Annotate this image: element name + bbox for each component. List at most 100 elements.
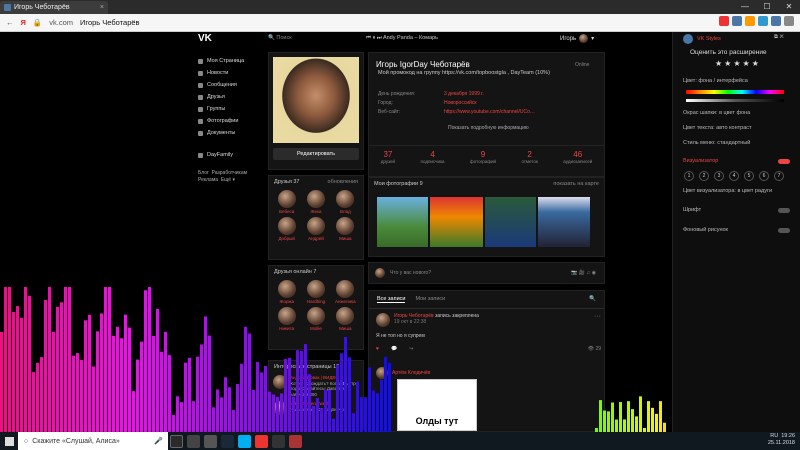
text-color-option[interactable]: Цвет текста: авто контраст: [683, 125, 752, 131]
nav-news[interactable]: Новости: [198, 67, 262, 79]
extension-icon[interactable]: [745, 16, 755, 26]
rating-stars[interactable]: ★★★★★: [715, 59, 761, 68]
visualizer-toggle[interactable]: [778, 159, 790, 164]
post-author[interactable]: Артём Клодичёв: [392, 370, 430, 376]
photo-thumbnail[interactable]: [430, 197, 483, 247]
task-view-icon[interactable]: [170, 434, 183, 448]
menu-icon[interactable]: [784, 16, 794, 26]
extension-icon[interactable]: [732, 16, 742, 26]
audio-player[interactable]: ⏮ ⏸ ⏭ Andy Panda – Комарь: [366, 35, 438, 42]
extension-icon[interactable]: [719, 16, 729, 26]
yandex-browser-icon[interactable]: [255, 434, 268, 448]
search-icon[interactable]: 🔍: [589, 296, 596, 303]
counter-tags[interactable]: 2 отметок: [521, 150, 537, 164]
visualizer-style-1[interactable]: 1: [684, 171, 694, 181]
edit-profile-button[interactable]: Редактировать: [273, 148, 359, 160]
info-value[interactable]: 3 декабря 1999 г.: [444, 90, 484, 99]
nav-my-page[interactable]: Моя Страница: [198, 55, 262, 67]
cortana-search[interactable]: ○ Скажите «Слушай, Алиса» 🎤: [18, 432, 168, 450]
nav-dayfamily[interactable]: DayFamily: [198, 149, 262, 161]
footer-links[interactable]: Блог Разработчикам Реклама Ещё ▾: [198, 170, 262, 184]
attach-icons[interactable]: 📷 🎥 ♫ ◉: [571, 270, 596, 276]
visualizer-style-4[interactable]: 4: [729, 171, 739, 181]
photo-thumbnail[interactable]: [538, 197, 590, 247]
friend-item[interactable]: Миша: [332, 217, 359, 241]
app-icon[interactable]: [187, 434, 200, 448]
visualizer-bar: [68, 287, 71, 432]
font-toggle[interactable]: [778, 208, 790, 213]
counter-audios[interactable]: 46 аудиозаписей: [563, 150, 592, 164]
friend-item[interactable]: Жека: [302, 190, 329, 214]
maximize-button[interactable]: ☐: [756, 0, 778, 14]
tab-my-posts[interactable]: Мои записи: [415, 296, 445, 303]
friends-title[interactable]: Друзья 37: [274, 179, 299, 185]
url-text[interactable]: vk.com: [49, 18, 73, 27]
info-value[interactable]: https://www.youtube.com/channel/UCo…: [444, 108, 535, 117]
friends-updates-link[interactable]: обновления: [328, 179, 358, 185]
visualizer-style-7[interactable]: 7: [774, 171, 784, 181]
address-bar[interactable]: ← Я 🔒 vk.com Игорь Чеботарёв: [0, 14, 800, 32]
photo-thumbnail[interactable]: [377, 197, 428, 247]
menu-style-option[interactable]: Стиль меню: стандартный: [683, 140, 750, 146]
vk-extension-icon[interactable]: [771, 16, 781, 26]
close-window-button[interactable]: ✕: [778, 0, 800, 14]
language-indicator[interactable]: RU: [770, 433, 778, 439]
share-icon[interactable]: ↪: [409, 346, 413, 352]
back-icon[interactable]: ←: [6, 18, 14, 27]
hue-slider[interactable]: [686, 90, 784, 94]
visualizer-style-3[interactable]: 3: [714, 171, 724, 181]
online-title[interactable]: Друзья онлайн 7: [274, 269, 316, 275]
nav-friends[interactable]: Друзья: [198, 91, 262, 103]
visualizer-style-2[interactable]: 2: [699, 171, 709, 181]
info-value[interactable]: Новороссийск: [444, 99, 477, 108]
friend-item[interactable]: Добрый: [273, 217, 300, 241]
minimize-button[interactable]: —: [734, 0, 756, 14]
nav-messages[interactable]: Сообщения: [198, 79, 262, 91]
start-button[interactable]: [0, 432, 18, 450]
copy-icon[interactable]: ⧉ ✕: [774, 34, 784, 41]
counter-followers[interactable]: 4 подписчика: [421, 150, 445, 164]
nav-photos[interactable]: Фотографии: [198, 115, 262, 127]
show-more-link[interactable]: Показать подробную информацию: [448, 125, 529, 131]
post-text: Я не топ но я супрем: [376, 333, 425, 339]
friend-item[interactable]: Андрей: [302, 217, 329, 241]
browser-tab[interactable]: Игорь Чеботарёв ×: [0, 1, 108, 14]
vk-logo[interactable]: VK: [198, 33, 212, 44]
post-time[interactable]: 19 окт в 22:38: [394, 319, 479, 325]
friend-item[interactable]: Бебеса: [273, 190, 300, 214]
profile-photo[interactable]: [273, 57, 359, 143]
visualizer-style-5[interactable]: 5: [744, 171, 754, 181]
extension-icon[interactable]: [758, 16, 768, 26]
counter-friends[interactable]: 37 друзей: [381, 150, 395, 164]
photo-thumbnail[interactable]: [485, 197, 536, 247]
skype-icon[interactable]: [238, 434, 251, 448]
visualizer-bar: [228, 387, 231, 432]
visualizer-bar: [176, 396, 179, 432]
steam-icon[interactable]: [221, 434, 234, 448]
new-post-input[interactable]: Что у вас нового? 📷 🎥 ♫ ◉: [368, 262, 605, 284]
microphone-icon[interactable]: 🎤: [154, 437, 163, 445]
friend-item[interactable]: Влад: [332, 190, 359, 214]
visualizer-style-6[interactable]: 6: [759, 171, 769, 181]
browser-logo-icon[interactable]: Я: [21, 18, 26, 27]
brightness-slider[interactable]: [686, 99, 784, 102]
visualizer-bar: [232, 409, 235, 432]
profile-status[interactable]: Мой промокод на группу https://vk.com/to…: [378, 70, 550, 76]
search-input[interactable]: 🔍 Поиск: [268, 35, 343, 44]
app-icon[interactable]: [272, 434, 285, 448]
counter-photos[interactable]: 9 фотографий: [470, 150, 496, 164]
system-tray[interactable]: RU 19:26 25.11.2018: [768, 433, 795, 447]
more-icon[interactable]: ···: [594, 313, 601, 327]
map-link[interactable]: показать на карте: [553, 181, 599, 187]
app-icon[interactable]: [289, 434, 302, 448]
post-image[interactable]: Олды тут: [397, 379, 477, 431]
close-tab-icon[interactable]: ×: [100, 4, 104, 11]
nav-documents[interactable]: Документы: [198, 127, 262, 139]
app-icon[interactable]: [204, 434, 217, 448]
header-color-option[interactable]: Окрас шапки: в цвет фона: [683, 110, 750, 116]
photos-title[interactable]: Мои фотографии 9: [374, 181, 423, 187]
visualizer-color-option[interactable]: Цвет визуализатора: в цвет радуги: [683, 188, 772, 194]
nav-groups[interactable]: Группы: [198, 103, 262, 115]
background-toggle[interactable]: [778, 228, 790, 233]
user-menu[interactable]: Игорь ▾: [560, 34, 594, 43]
